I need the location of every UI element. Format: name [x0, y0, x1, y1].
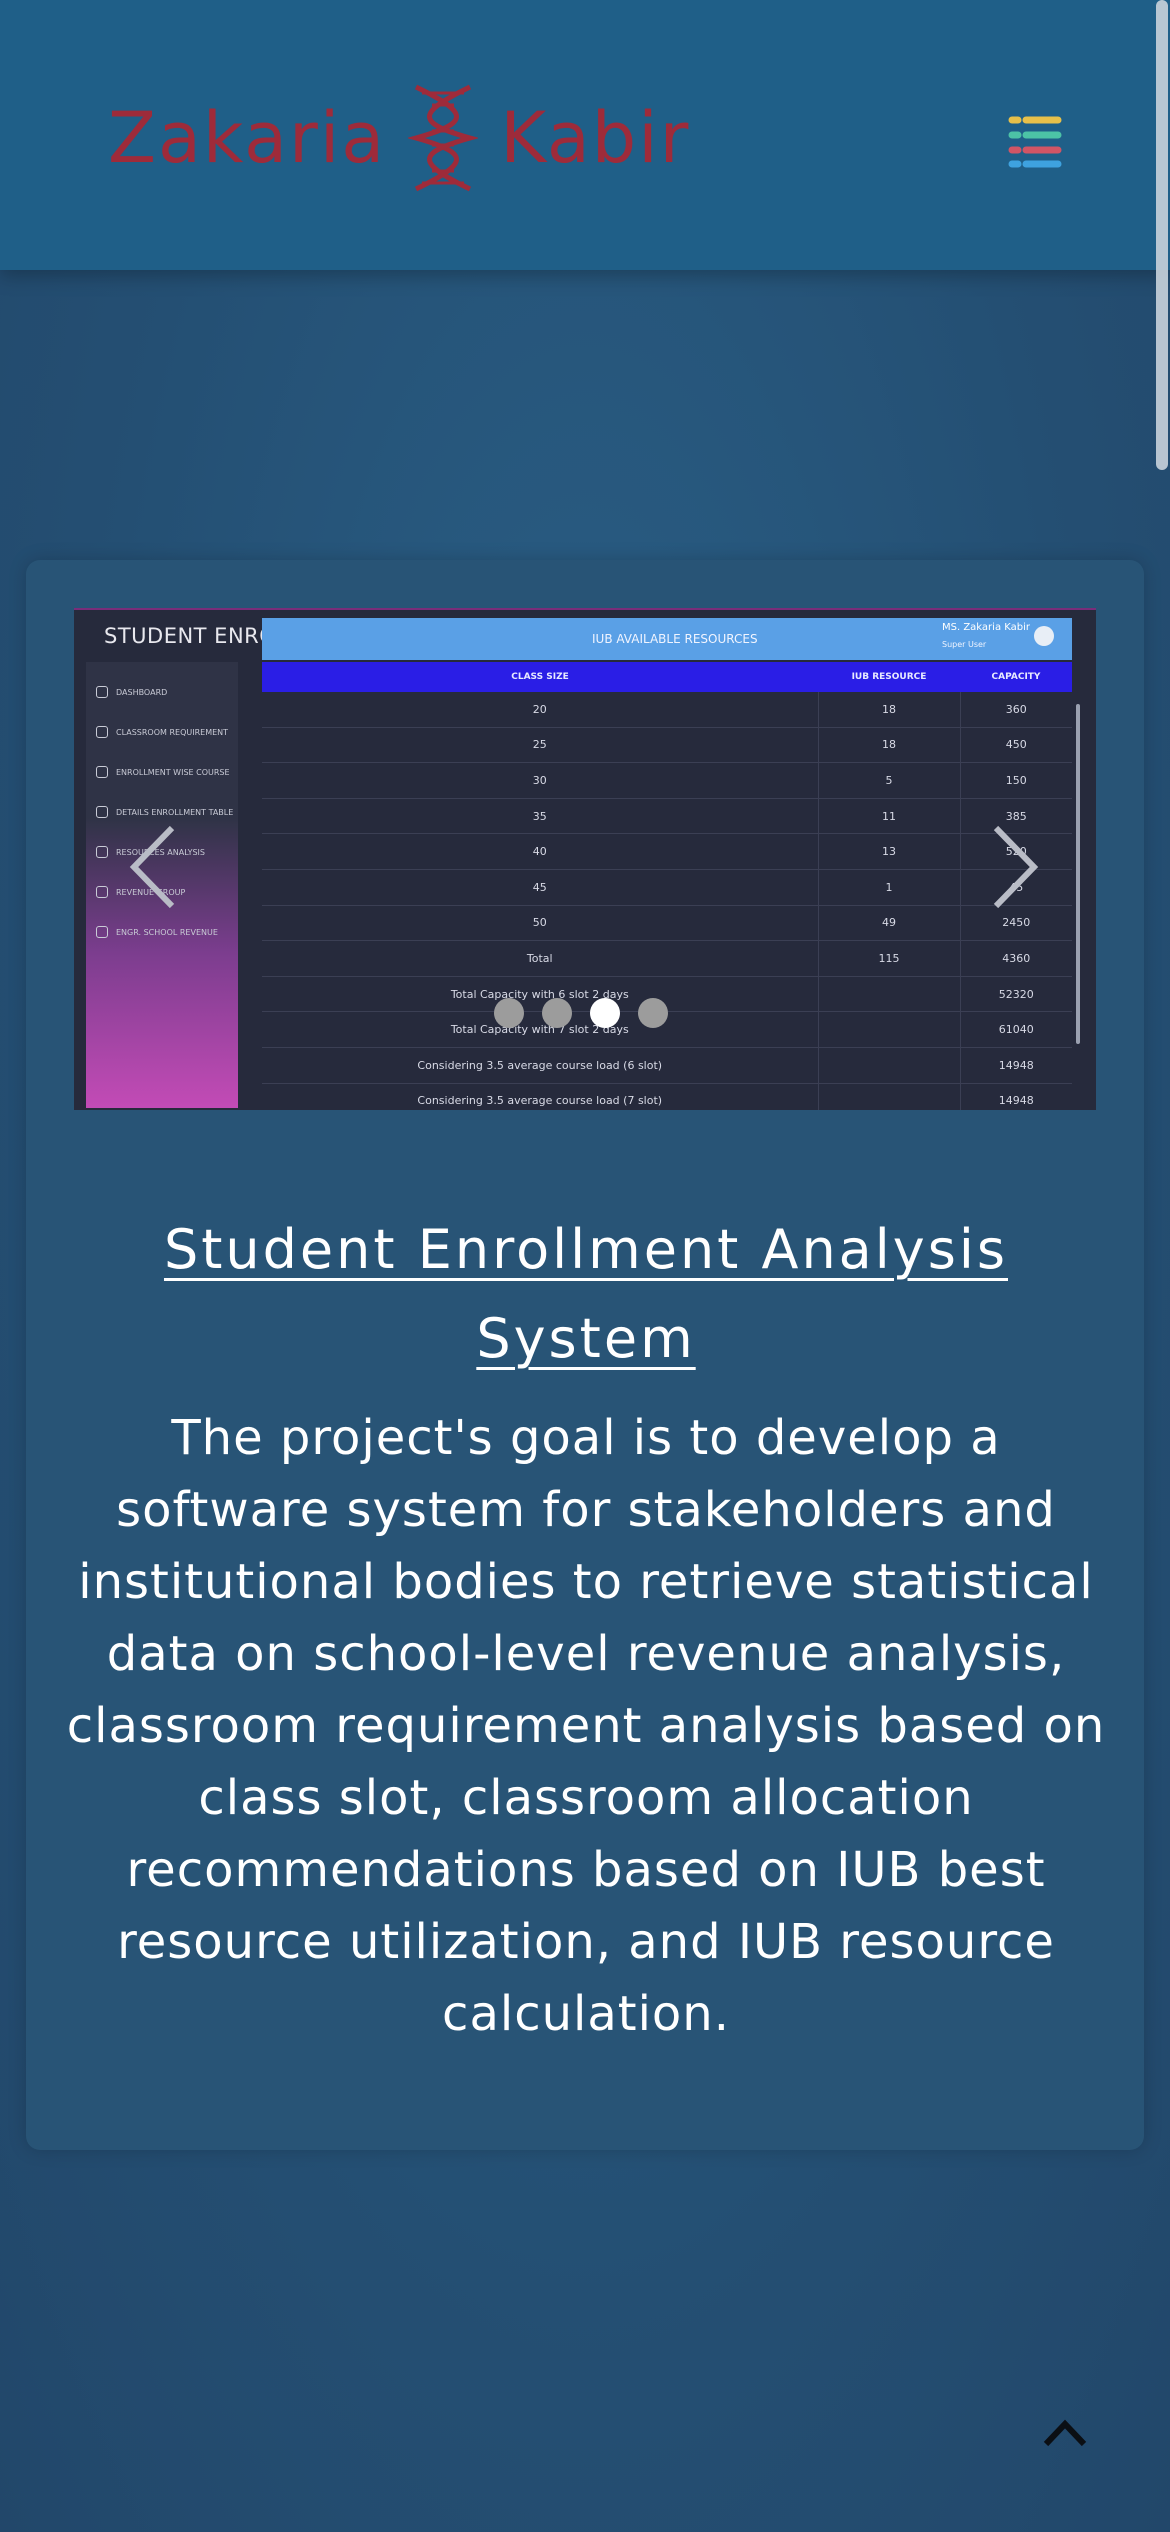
screenshot-scrollbar [1076, 704, 1080, 1044]
brand-logo[interactable]: Zakaria Kabir [108, 68, 690, 208]
project-title[interactable]: Student Enrollment Analysis System [86, 1205, 1086, 1383]
screenshot-sidebar-item: CLASSROOM REQUIREMENT [96, 726, 228, 738]
carousel-indicators [494, 998, 668, 1028]
table-cell: 50 [262, 905, 819, 942]
screenshot-sidebar-item: DASHBOARD [96, 686, 167, 698]
project-carousel[interactable]: STUDENT ENROLLMENT ANALYSIS SYSTEM DASHB… [74, 608, 1096, 1110]
table-row: 35 11 385 [262, 798, 1072, 835]
table-header-cell: CLASS SIZE [262, 662, 818, 692]
screenshot-topbar: IUB AVAILABLE RESOURCES MS. Zakaria Kabi… [262, 618, 1072, 660]
table-row: 45 1 45 [262, 869, 1072, 906]
sidebar-label: DETAILS ENROLLMENT TABLE [116, 807, 234, 817]
chevron-left-icon[interactable] [124, 822, 184, 912]
table-cell: 14948 [960, 1083, 1072, 1110]
table-cell: 18 [818, 692, 961, 728]
table-cell: 450 [960, 727, 1072, 764]
carousel-dot[interactable] [494, 998, 524, 1028]
table-cell: 30 [262, 762, 819, 799]
resources-icon [96, 846, 108, 858]
brand-first-name: Zakaria [108, 97, 387, 179]
chevron-up-icon[interactable] [1040, 2410, 1090, 2454]
table-cell: 25 [262, 727, 819, 764]
pie-icon [96, 726, 108, 738]
school-icon [96, 926, 108, 938]
carousel-dot[interactable] [590, 998, 620, 1028]
table-cell: Considering 3.5 average course load (7 s… [262, 1083, 819, 1110]
table-cell: 40 [262, 833, 819, 870]
table-body: 20 18 360 25 18 450 30 5 150 35 11 385 40 13 520 45 1 45 5… [262, 692, 1072, 1110]
table-cell: 49 [818, 905, 961, 942]
avatar [1034, 626, 1054, 646]
screenshot-panel-title: IUB AVAILABLE RESOURCES [592, 632, 758, 646]
table-row: 30 5 150 [262, 762, 1072, 799]
project-card: STUDENT ENROLLMENT ANALYSIS SYSTEM DASHB… [26, 560, 1144, 2150]
screenshot-user-name: MS. Zakaria Kabir [942, 622, 1030, 633]
table-cell [818, 1011, 961, 1048]
carousel-dot[interactable] [638, 998, 668, 1028]
table-cell: 150 [960, 762, 1072, 799]
sidebar-label: ENGR. SCHOOL REVENUE [116, 927, 218, 937]
screenshot-resource-table: CLASS SIZE IUB RESOURCE CAPACITY 20 18 360 25… [262, 662, 1072, 1110]
sidebar-label: CLASSROOM REQUIREMENT [116, 727, 229, 737]
table-cell: 360 [960, 692, 1072, 728]
bar-chart-icon [96, 766, 108, 778]
revenue-icon [96, 886, 108, 898]
table-cell: Total [262, 940, 819, 977]
table-header-row: CLASS SIZE IUB RESOURCE CAPACITY [262, 662, 1072, 692]
table-row: Total 115 4360 [262, 940, 1072, 977]
table-cell [818, 976, 961, 1013]
screenshot-user-role: Super User [942, 640, 987, 649]
table-row: Considering 3.5 average course load (7 s… [262, 1083, 1072, 1110]
clipboard-icon [96, 806, 108, 818]
table-row: Considering 3.5 average course load (6 s… [262, 1047, 1072, 1084]
table-row: 40 13 520 [262, 833, 1072, 870]
table-cell: 45 [262, 869, 819, 906]
table-cell: 14948 [960, 1047, 1072, 1084]
page-scrollbar[interactable] [1156, 0, 1168, 470]
table-cell: 1 [818, 869, 961, 906]
table-cell: 115 [818, 940, 961, 977]
table-cell: 13 [818, 833, 961, 870]
table-row: 50 49 2450 [262, 905, 1072, 942]
screenshot-sidebar-item: DETAILS ENROLLMENT TABLE [96, 806, 233, 818]
chevron-right-icon[interactable] [984, 822, 1044, 912]
sidebar-label: ENROLLMENT WISE COURSE [116, 767, 230, 777]
table-cell [818, 1047, 961, 1084]
table-cell: 4360 [960, 940, 1072, 977]
screenshot-sidebar-item: ENGR. SCHOOL REVENUE [96, 926, 218, 938]
table-cell: 20 [262, 692, 819, 728]
table-cell: 18 [818, 727, 961, 764]
hamburger-menu-icon[interactable] [1008, 114, 1062, 170]
screenshot-sidebar-item: ENROLLMENT WISE COURSE [96, 766, 230, 778]
site-header: Zakaria Kabir [0, 0, 1170, 270]
sidebar-label: DASHBOARD [116, 687, 168, 697]
table-cell [818, 1083, 961, 1110]
table-header-cell: CAPACITY [960, 662, 1072, 692]
table-cell: 52320 [960, 976, 1072, 1013]
table-cell: 11 [818, 798, 961, 835]
table-row: 25 18 450 [262, 727, 1072, 764]
table-cell: Considering 3.5 average course load (6 s… [262, 1047, 819, 1084]
table-cell: 5 [818, 762, 961, 799]
brand-last-name: Kabir [500, 97, 691, 179]
table-header-cell: IUB RESOURCE [818, 662, 960, 692]
dashboard-icon [96, 686, 108, 698]
project-description: The project's goal is to develop a softw… [66, 1410, 1106, 2042]
dna-icon [408, 84, 479, 192]
table-cell: 35 [262, 798, 819, 835]
table-cell: 61040 [960, 1011, 1072, 1048]
table-row: 20 18 360 [262, 692, 1072, 728]
carousel-dot[interactable] [542, 998, 572, 1028]
